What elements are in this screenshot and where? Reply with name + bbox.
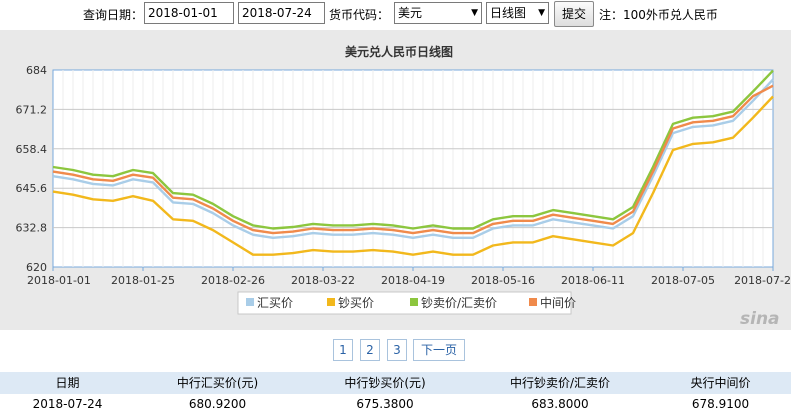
currency-select-value: 美元 [398, 6, 423, 20]
table-row: 2018-07-24 680.9200 675.3800 683.8000 67… [0, 394, 791, 415]
sina-watermark: sina [740, 309, 780, 329]
end-date-input[interactable] [238, 2, 325, 24]
dropdown-arrow-icon: ▼ [538, 8, 545, 18]
legend-swatch [246, 298, 254, 306]
x-tick-label: 2018-03-22 [291, 274, 355, 287]
column-header-cash-buy-rate: 中行钞买价(元) [344, 376, 426, 390]
column-header-sell-rate: 中行钞卖价/汇卖价 [509, 376, 611, 390]
chart-legend: 汇买价 钞买价 钞卖价/汇卖价 中间价 [237, 291, 576, 315]
legend-swatch [410, 298, 418, 306]
column-header-central-rate: 央行中间价 [690, 376, 751, 390]
legend-swatch [529, 298, 537, 306]
currency-select[interactable]: 美元 ▼ [394, 2, 482, 24]
x-tick-label: 2018-04-19 [381, 274, 445, 287]
query-toolbar: 查询日期： 货币代码： 美元 ▼ 日线图 ▼ 提交 注：100外币兑人民币 [0, 0, 791, 30]
table-header: 日期 中行汇买价(元) 中行钞买价(元) 中行钞卖价/汇卖价 央行中间价 [0, 372, 791, 394]
y-tick-label: 632.8 [16, 222, 48, 235]
chart-panel: 美元兑人民币日线图 620 632.8 645.6 658.4 671.2 684 201… [0, 30, 791, 330]
cell-buy-rate: 680.9200 [188, 397, 247, 411]
date-label: 查询日期： [83, 8, 144, 22]
x-tick-label: 2018-02-26 [201, 274, 265, 287]
cell-central-rate: 678.9100 [691, 397, 750, 411]
chart-title: 美元兑人民币日线图 [345, 44, 453, 59]
y-tick-label: 658.4 [16, 143, 48, 156]
page-1-link[interactable]: 1 [333, 339, 353, 361]
legend-label: 钞卖价/汇卖价 [421, 295, 497, 310]
x-tick-label: 2018-01-01 [27, 274, 91, 287]
x-tick-label: 2018-01-25 [111, 274, 175, 287]
column-header-date: 日期 [55, 376, 80, 390]
x-tick-label: 2018-05-16 [471, 274, 535, 287]
y-tick-label: 620 [26, 261, 47, 274]
y-tick-label: 671.2 [16, 103, 48, 116]
next-page-link[interactable]: 下一页 [413, 339, 465, 361]
cell-sell-rate: 683.8000 [531, 397, 589, 411]
page-2-link[interactable]: 2 [360, 339, 380, 361]
legend-swatch [327, 298, 335, 306]
cell-cash-buy-rate: 675.3800 [356, 397, 414, 411]
cell-date: 2018-07-24 [32, 397, 103, 411]
submit-button[interactable]: 提交 [554, 1, 594, 27]
column-header-buy-rate: 中行汇买价(元) [176, 376, 259, 390]
legend-label: 汇买价 [257, 296, 293, 310]
rate-line-chart: 美元兑人民币日线图 620 632.8 645.6 658.4 671.2 684 201… [16, 44, 791, 329]
x-tick-label: 2018-06-11 [561, 274, 625, 287]
legend-label: 中间价 [540, 295, 576, 310]
currency-label: 货币代码： [329, 8, 390, 22]
chart-type-select-value: 日线图 [490, 6, 527, 20]
chart-type-select[interactable]: 日线图 ▼ [486, 2, 549, 24]
dropdown-arrow-icon: ▼ [471, 8, 478, 18]
x-tick-label: 2018-07-05 [651, 274, 715, 287]
page-3-link[interactable]: 3 [387, 339, 407, 361]
x-tick-label: 2018-07-2 [734, 274, 791, 287]
y-tick-label: 645.6 [16, 182, 48, 195]
legend-label: 钞买价 [338, 295, 374, 310]
start-date-input[interactable] [144, 2, 234, 24]
y-tick-label: 684 [26, 64, 47, 77]
currency-note: 注：100外币兑人民币 [599, 8, 718, 22]
